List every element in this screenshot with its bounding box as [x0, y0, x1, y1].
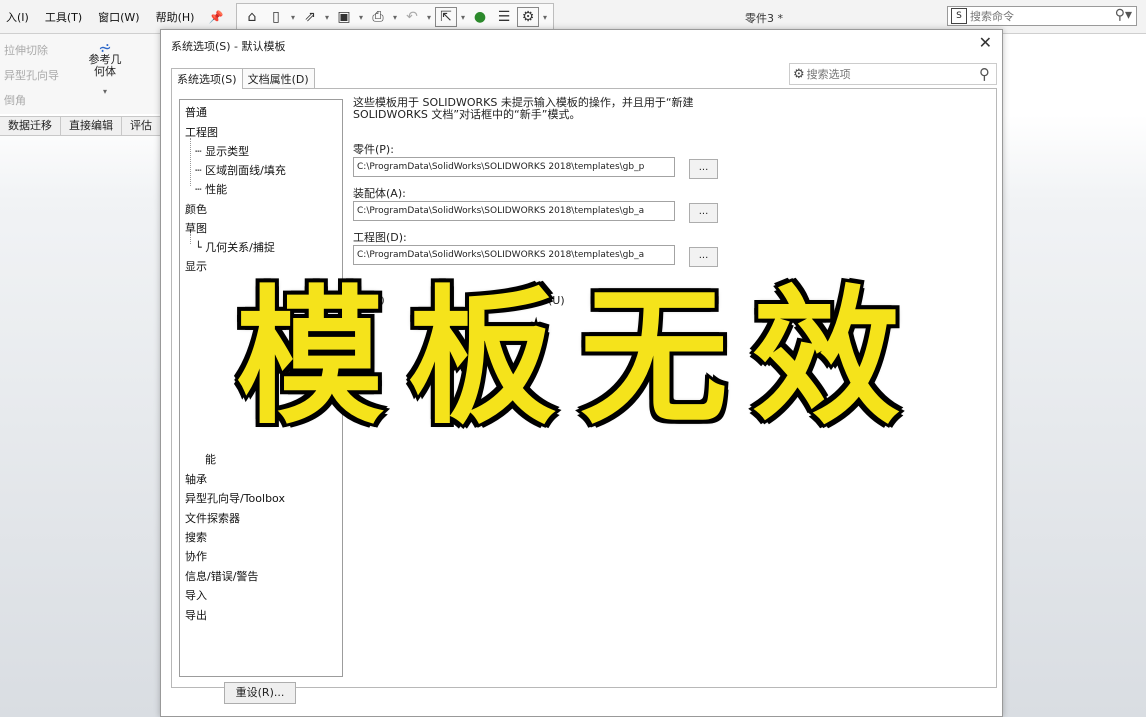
options-icon[interactable]: ⚙ — [517, 7, 539, 27]
tab-direct-edit[interactable]: 直接编辑 — [61, 117, 122, 135]
chevron-down-icon[interactable]: ▾ — [323, 7, 331, 27]
quick-access-toolbar: ⌂ ▯ ▾ ⇗ ▾ ▣ ▾ ⎙ ▾ ↶ ▾ ⇱ ▾ ● ☰ ⚙ ▾ — [236, 3, 554, 31]
command-search-input[interactable] — [970, 9, 1110, 23]
tab-data-migration[interactable]: 数据迁移 — [0, 117, 61, 135]
tree-item-colors[interactable]: 颜色 — [185, 201, 207, 217]
tree-item-area-hatch[interactable]: ┄ 区域剖面线/填充 — [195, 162, 286, 178]
command-search[interactable]: S ⚲▾ — [947, 6, 1137, 26]
tree-item-import[interactable]: 导入 — [185, 587, 207, 603]
tree-item-general[interactable]: 普通 — [185, 104, 207, 120]
gear-icon: ⚙ — [793, 66, 805, 82]
assembly-browse-button[interactable]: ... — [689, 203, 718, 223]
chevron-down-icon[interactable]: ▾ — [541, 7, 549, 27]
assembly-template-label: 装配体(A): — [353, 187, 406, 200]
tree-item-export[interactable]: 导出 — [185, 607, 207, 623]
undo-icon[interactable]: ↶ — [401, 7, 423, 27]
tree-item-sketch[interactable]: 草图 — [185, 220, 207, 236]
select-icon[interactable]: ⇱ — [435, 7, 457, 27]
home-icon[interactable]: ⌂ — [241, 7, 263, 27]
tree-branch-line — [190, 234, 191, 244]
feature-hole-wizard[interactable]: 异型孔向导 — [4, 67, 59, 83]
part-template-path[interactable]: C:\ProgramData\SolidWorks\SOLIDWORKS 201… — [353, 157, 675, 177]
reference-geometry-button[interactable]: ⩫ 参考几 何体 ▾ — [80, 40, 130, 98]
chevron-down-icon[interactable]: ▾ — [357, 7, 365, 27]
file-props-icon[interactable]: ☰ — [493, 7, 515, 27]
default-templates-page: 这些模板用于 SOLIDWORKS 未提示输入模板的操作，并且用于“新建 SOL… — [353, 96, 973, 307]
assembly-template-path[interactable]: C:\ProgramData\SolidWorks\SOLIDWORKS 201… — [353, 201, 675, 221]
menu-window[interactable]: 窗口(W) — [92, 9, 149, 25]
tree-item-search[interactable]: 搜索 — [185, 529, 207, 545]
tab-system-options[interactable]: 系统选项(S) — [171, 68, 243, 89]
command-manager-tabs: 数据迁移 直接编辑 评估 — [0, 116, 161, 136]
tree-item-file-explorer[interactable]: 文件探索器 — [185, 510, 240, 526]
document-title: 零件3 * — [745, 12, 783, 25]
options-search-input[interactable] — [806, 67, 957, 81]
tree-item-performance[interactable]: ┄ 性能 — [195, 181, 227, 197]
traffic-light-icon[interactable]: ● — [469, 7, 491, 27]
chevron-down-icon[interactable]: ▾ — [391, 7, 399, 27]
overlay-caption: 模板无效 — [233, 269, 924, 447]
dialog-title: 系统选项(S) - 默认模板 — [171, 40, 286, 53]
tree-item-collaboration[interactable]: 协作 — [185, 548, 207, 564]
drawing-template-label: 工程图(D): — [353, 231, 407, 244]
part-template-label: 零件(P): — [353, 143, 394, 156]
reference-geometry-label: 参考几 何体 — [88, 53, 122, 78]
save-icon[interactable]: ▣ — [333, 7, 355, 27]
menu-insert[interactable]: 入(I) — [0, 9, 39, 25]
open-icon[interactable]: ⇗ — [299, 7, 321, 27]
feature-extrude-cut[interactable]: 拉伸切除 — [4, 42, 48, 58]
tab-document-properties[interactable]: 文档属性(D) — [241, 68, 315, 88]
tree-item-display-style[interactable]: ┄ 显示类型 — [195, 143, 249, 159]
new-doc-icon[interactable]: ▯ — [265, 7, 287, 27]
search-icon[interactable]: ⚲▾ — [1115, 7, 1132, 23]
pin-icon[interactable]: 📌 — [208, 10, 223, 24]
tree-item-bearings[interactable]: 轴承 — [185, 471, 207, 487]
part-browse-button[interactable]: ... — [689, 159, 718, 179]
chevron-down-icon[interactable]: ▾ — [289, 7, 297, 27]
tree-branch-line — [190, 138, 191, 186]
tree-item-messages[interactable]: 信息/错误/警告 — [185, 568, 258, 584]
search-icon[interactable]: ⚲ — [979, 65, 990, 83]
close-icon[interactable]: ✕ — [979, 33, 992, 52]
menu-help[interactable]: 帮助(H) — [150, 9, 205, 25]
templates-description: 这些模板用于 SOLIDWORKS 未提示输入模板的操作，并且用于“新建 SOL… — [353, 96, 694, 121]
options-search[interactable]: ⚙ ⚲ — [789, 63, 997, 85]
print-icon[interactable]: ⎙ — [367, 7, 389, 27]
tree-item-hole-wizard-toolbox[interactable]: 异型孔向导/Toolbox — [185, 490, 285, 506]
command-manager: 拉伸切除 异型孔向导 倒角 ⩫ 参考几 何体 ▾ — [0, 34, 160, 114]
solidworks-search-icon: S — [951, 8, 967, 24]
tree-item-relations-snaps[interactable]: └ 几何关系/捕捉 — [195, 239, 275, 255]
menu-tools[interactable]: 工具(T) — [39, 9, 92, 25]
chevron-down-icon[interactable]: ▾ — [459, 7, 467, 27]
feature-chamfer[interactable]: 倒角 — [4, 92, 26, 108]
tab-evaluate[interactable]: 评估 — [122, 117, 161, 135]
chevron-down-icon[interactable]: ▾ — [425, 7, 433, 27]
reset-button[interactable]: 重设(R)... — [224, 682, 296, 704]
chevron-down-icon: ▾ — [102, 87, 107, 96]
dialog-tabs: 系统选项(S) 文档属性(D) — [171, 68, 315, 89]
